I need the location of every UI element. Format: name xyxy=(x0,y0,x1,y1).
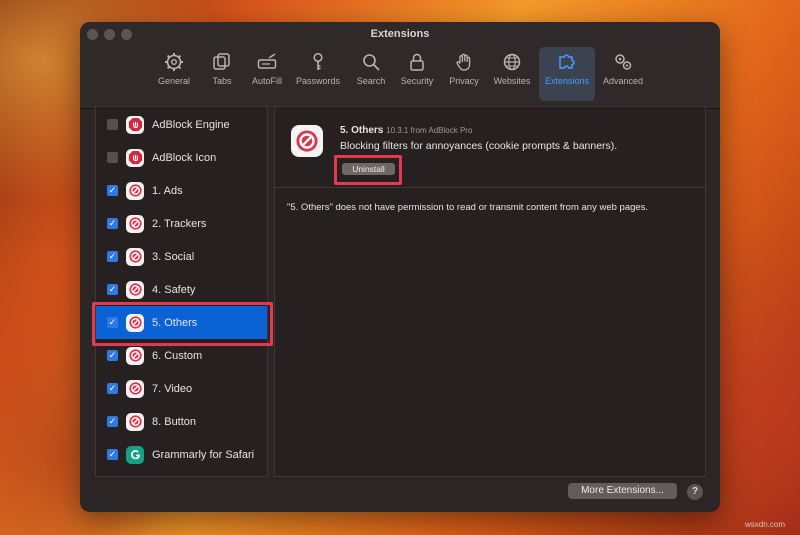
help-button[interactable]: ? xyxy=(687,484,703,500)
tab-label: Advanced xyxy=(602,76,644,86)
extension-label: 2. Trackers xyxy=(152,217,207,230)
block-icon xyxy=(126,214,144,233)
puzzle-icon xyxy=(556,51,578,73)
block-icon xyxy=(126,181,144,200)
extension-checkbox[interactable] xyxy=(107,152,118,163)
tabs-icon xyxy=(211,51,233,73)
list-item[interactable]: ✓ 8. Button xyxy=(96,405,267,438)
gears-icon xyxy=(612,51,634,73)
more-extensions-button[interactable]: More Extensions... xyxy=(568,483,677,499)
tab-label: Privacy xyxy=(449,76,479,86)
list-item[interactable]: ✓ 1. Ads xyxy=(96,174,267,207)
extension-label: Grammarly for Safari xyxy=(152,448,255,461)
extension-checkbox[interactable]: ✓ xyxy=(107,284,118,295)
extensions-list: AdBlock Engine AdBlock Icon ✓ 1. Ads ✓ 2… xyxy=(95,106,268,477)
tab-label: Passwords xyxy=(295,76,340,86)
list-item[interactable]: AdBlock Icon xyxy=(96,141,267,174)
block-icon xyxy=(126,280,144,299)
tab-label: AutoFill xyxy=(251,76,282,86)
adblock-hand-icon xyxy=(126,115,144,134)
block-icon xyxy=(126,412,144,431)
list-item[interactable]: ✓ 2. Trackers xyxy=(96,207,267,240)
tab-label: Tabs xyxy=(212,76,232,86)
tab-extensions[interactable]: Extensions xyxy=(539,47,595,101)
preferences-window: Extensions General Tabs AutoFill Passwor… xyxy=(80,22,720,512)
adblock-hand-icon xyxy=(126,148,144,167)
tab-search[interactable]: Search xyxy=(354,47,388,101)
globe-icon xyxy=(501,51,523,73)
tab-security[interactable]: Security xyxy=(397,47,437,101)
tab-label: Extensions xyxy=(544,76,590,86)
tab-label: Security xyxy=(400,76,434,86)
list-item[interactable]: ✓ 7. Video xyxy=(96,372,267,405)
tab-label: Websites xyxy=(493,76,531,86)
extension-version: 10.3.1 from AdBlock Pro xyxy=(386,126,473,135)
lock-icon xyxy=(406,51,428,73)
extension-label: 8. Button xyxy=(152,415,197,428)
extension-checkbox[interactable]: ✓ xyxy=(107,350,118,361)
block-icon xyxy=(291,125,323,157)
hand-icon xyxy=(453,51,475,73)
extension-title: 5. Others 10.3.1 from AdBlock Pro xyxy=(340,125,472,136)
extension-checkbox[interactable] xyxy=(107,119,118,130)
gear-icon xyxy=(163,51,185,73)
uninstall-highlight xyxy=(334,155,402,185)
autofill-icon xyxy=(256,51,278,73)
tab-autofill[interactable]: AutoFill xyxy=(248,47,286,101)
tab-advanced[interactable]: Advanced xyxy=(600,47,646,101)
selected-item-highlight xyxy=(92,302,273,346)
block-icon xyxy=(126,346,144,365)
preferences-toolbar: General Tabs AutoFill Passwords Search S… xyxy=(80,47,720,105)
tab-label: Search xyxy=(356,76,386,86)
extension-label: 6. Custom xyxy=(152,349,203,362)
tab-label: General xyxy=(157,76,191,86)
grammarly-icon xyxy=(126,445,144,464)
extension-label: 1. Ads xyxy=(152,184,183,197)
extension-description: Blocking filters for annoyances (cookie … xyxy=(340,140,618,152)
extension-checkbox[interactable]: ✓ xyxy=(107,416,118,427)
extension-checkbox[interactable]: ✓ xyxy=(107,251,118,262)
extension-label: 4. Safety xyxy=(152,283,196,296)
window-title: Extensions xyxy=(370,28,430,40)
extension-checkbox[interactable]: ✓ xyxy=(107,449,118,460)
tab-tabs[interactable]: Tabs xyxy=(206,47,238,101)
block-icon xyxy=(126,379,144,398)
extension-label: AdBlock Icon xyxy=(152,151,217,164)
extension-label: AdBlock Engine xyxy=(152,118,230,131)
tab-passwords[interactable]: Passwords xyxy=(293,47,343,101)
list-item[interactable]: ✓ Grammarly for Safari xyxy=(96,438,267,471)
watermark: wsxdn.com xyxy=(745,520,786,529)
tab-websites[interactable]: Websites xyxy=(490,47,534,101)
extension-label: 3. Social xyxy=(152,250,195,263)
list-item[interactable]: ✓ 3. Social xyxy=(96,240,267,273)
tab-privacy[interactable]: Privacy xyxy=(446,47,482,101)
key-icon xyxy=(307,51,329,73)
extension-checkbox[interactable]: ✓ xyxy=(107,185,118,196)
list-item[interactable]: AdBlock Engine xyxy=(96,108,267,141)
titlebar: Extensions General Tabs AutoFill Passwor… xyxy=(80,22,720,109)
extension-name: 5. Others xyxy=(340,125,384,136)
block-icon xyxy=(126,247,144,266)
tab-general[interactable]: General xyxy=(153,47,195,101)
search-icon xyxy=(360,51,382,73)
extension-label: 7. Video xyxy=(152,382,193,395)
permission-text: "5. Others" does not have permission to … xyxy=(287,202,649,213)
extension-checkbox[interactable]: ✓ xyxy=(107,383,118,394)
extension-checkbox[interactable]: ✓ xyxy=(107,218,118,229)
